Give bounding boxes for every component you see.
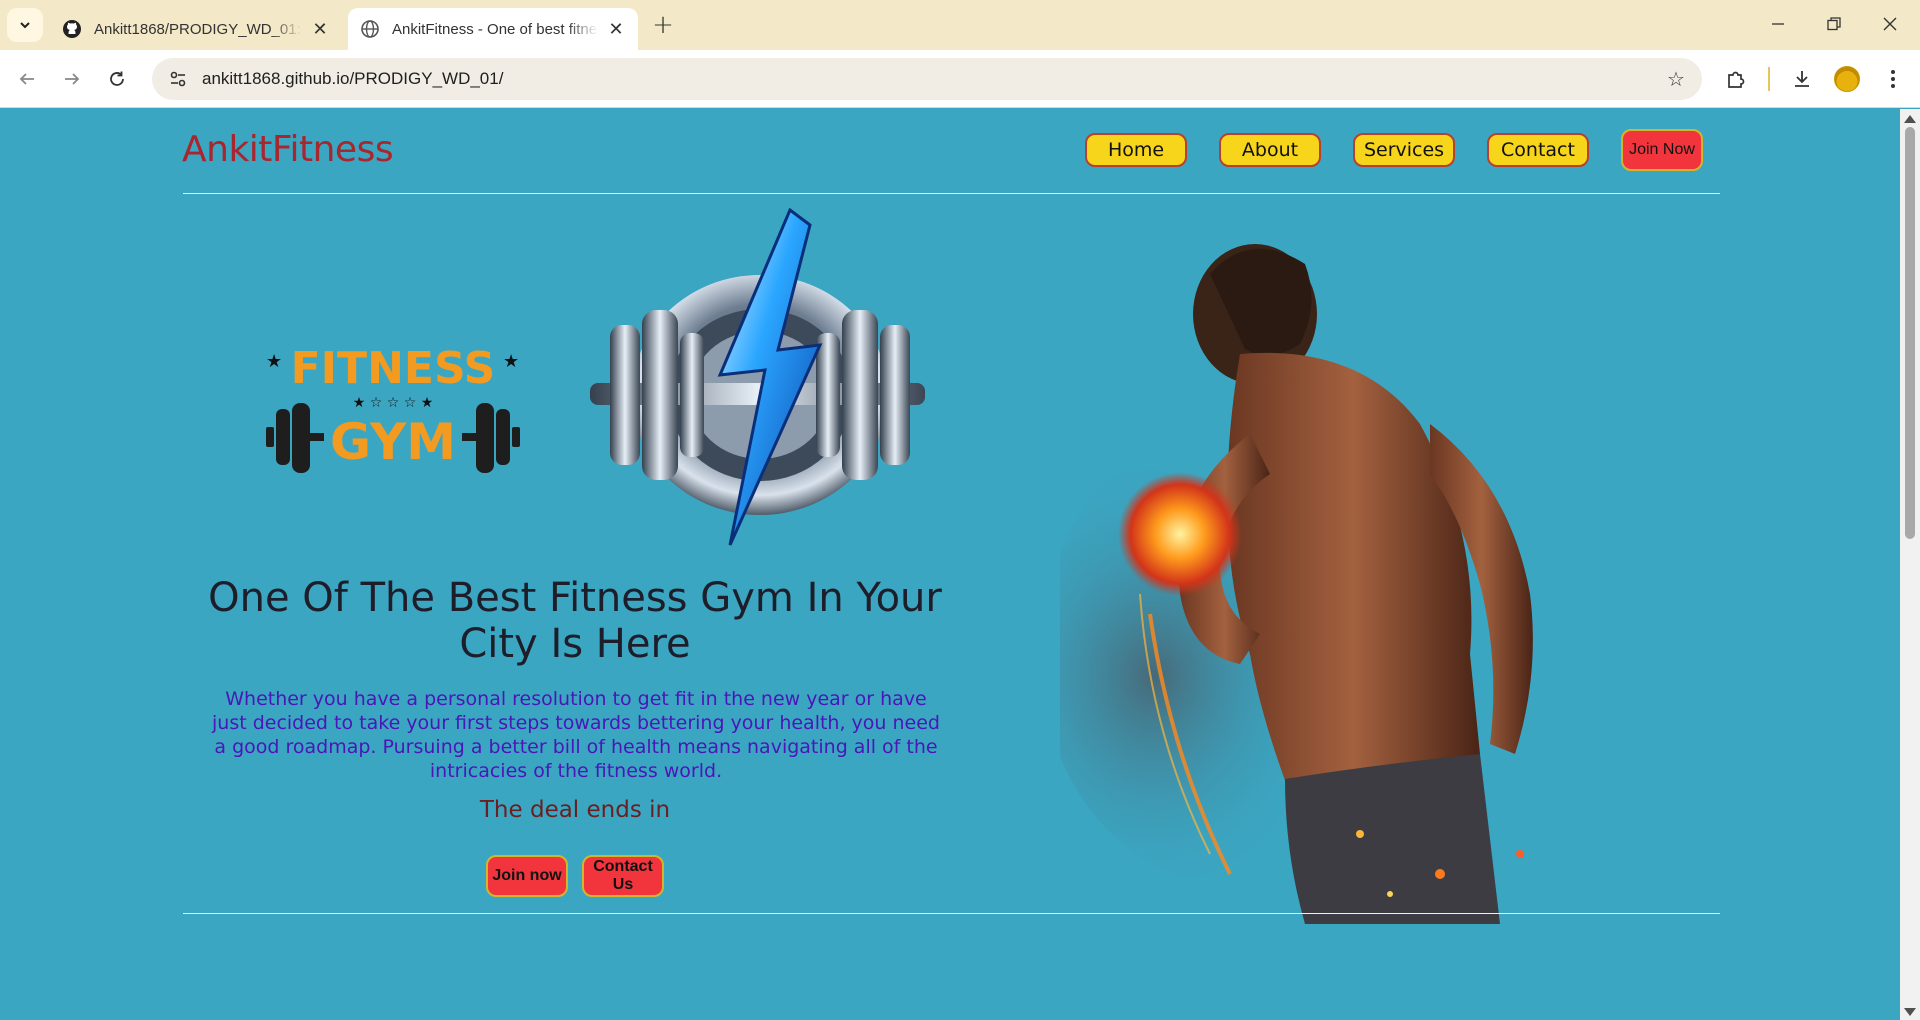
nav-contact-button[interactable]: Contact (1487, 133, 1589, 167)
page-content: AnkitFitness Home About Services Contact… (0, 109, 1900, 1020)
scroll-up-arrow-icon[interactable] (1904, 115, 1916, 123)
arrow-left-icon (19, 73, 34, 85)
restore-icon (1827, 17, 1841, 31)
download-icon (1795, 71, 1809, 87)
close-tab-icon[interactable]: ✕ (606, 19, 626, 39)
tab-title: AnkitFitness - One of best fitness (392, 20, 598, 38)
hero-bottom-divider (183, 913, 1720, 914)
lightning-dumbbell-emblem (590, 207, 925, 546)
scrollbar-thumb[interactable] (1905, 127, 1915, 539)
svg-text:★ ☆ ☆ ☆ ★: ★ ☆ ☆ ☆ ★ (353, 395, 434, 411)
svg-text:★: ★ (503, 351, 519, 372)
url-path: /PRODIGY_WD_01/ (349, 69, 504, 88)
nav-join-now-button[interactable]: Join Now (1621, 129, 1703, 171)
reload-button[interactable] (100, 62, 134, 96)
nav-home-button[interactable]: Home (1085, 133, 1187, 167)
url-host: ankitt1868.github.io (202, 69, 350, 88)
bookmark-star-icon[interactable]: ☆ (1664, 67, 1688, 91)
scroll-down-arrow-icon[interactable] (1904, 1008, 1916, 1016)
address-bar[interactable]: ankitt1868.github.io/PRODIGY_WD_01/ ☆ (152, 58, 1702, 100)
logo-gym-text: GYM (330, 413, 456, 471)
forward-button[interactable] (55, 62, 89, 96)
page-scrollbar[interactable] (1900, 109, 1920, 1020)
new-tab-button[interactable]: + (650, 10, 676, 40)
globe-icon (360, 19, 380, 39)
more-vertical-icon (1891, 70, 1895, 88)
nav-about-button[interactable]: About (1219, 133, 1321, 167)
hero-athlete-image (1060, 244, 1533, 924)
browser-menu-button[interactable] (1876, 62, 1910, 96)
header-divider (183, 193, 1720, 194)
fitness-gym-logo: ★ ★ FITNESS ★ ☆ ☆ ☆ ★ GYM (266, 343, 520, 473)
hero-description: Whether you have a personal resolution t… (212, 688, 940, 782)
back-button[interactable] (10, 62, 44, 96)
arrow-right-icon (65, 73, 80, 85)
hero-title: One Of The Best Fitness Gym In Your City… (208, 575, 942, 667)
deal-countdown-label: The deal ends in (479, 797, 671, 823)
tab-title: Ankitt1868/PRODIGY_WD_01: It (94, 20, 302, 38)
tab-search-button[interactable] (7, 8, 43, 42)
url-text: ankitt1868.github.io/PRODIGY_WD_01/ (202, 69, 503, 89)
nav-services-button[interactable]: Services (1353, 133, 1455, 167)
chevron-down-icon (20, 22, 30, 29)
extensions-button[interactable] (1719, 62, 1753, 96)
reload-icon (110, 71, 124, 86)
tab-github[interactable]: Ankitt1868/PRODIGY_WD_01: It ✕ (50, 8, 342, 50)
restore-button[interactable] (1806, 0, 1862, 48)
github-icon (62, 19, 82, 39)
contact-us-button[interactable]: Contact Us (582, 855, 664, 897)
svg-text:★: ★ (266, 351, 282, 372)
downloads-button[interactable] (1785, 62, 1819, 96)
profile-avatar[interactable] (1834, 66, 1860, 92)
close-icon (1883, 17, 1897, 31)
toolbar-separator (1768, 67, 1770, 91)
close-tab-icon[interactable]: ✕ (310, 19, 330, 39)
close-window-button[interactable] (1862, 0, 1918, 48)
site-settings-icon[interactable] (158, 58, 198, 100)
minimize-button[interactable] (1750, 0, 1806, 48)
join-now-button[interactable]: Join now (486, 855, 568, 897)
logo-fitness-text: FITNESS (291, 343, 496, 394)
site-brand[interactable]: AnkitFitness (182, 129, 394, 170)
tab-ankitfitness[interactable]: AnkitFitness - One of best fitness ✕ (348, 8, 638, 50)
browser-toolbar: ankitt1868.github.io/PRODIGY_WD_01/ ☆ (0, 50, 1920, 108)
tab-strip: Ankitt1868/PRODIGY_WD_01: It ✕ AnkitFitn… (0, 0, 1920, 50)
puzzle-icon (1728, 71, 1745, 88)
minimize-icon (1772, 23, 1784, 25)
